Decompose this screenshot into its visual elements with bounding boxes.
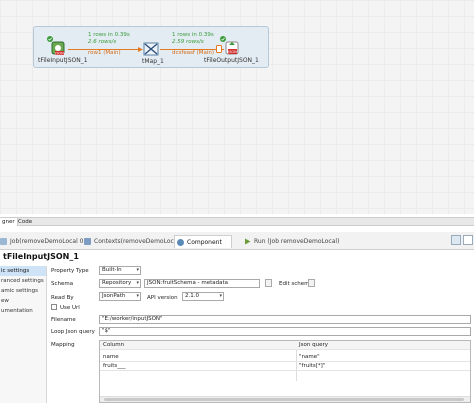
flow-marker-icon [216, 45, 222, 53]
layout-toggle-icon-2[interactable] [463, 235, 473, 245]
schema-browse-button[interactable] [265, 279, 272, 287]
property-type-label: Property Type [51, 268, 89, 274]
table-row[interactable]: fruits___ "fruits[*]" [100, 362, 470, 371]
contexts-icon [84, 238, 91, 245]
chevron-down-icon: ▾ [136, 267, 139, 273]
table-header-row: Column Json query [100, 341, 470, 350]
property-type-select[interactable]: Built-In ▾ [99, 266, 141, 275]
designer-code-tabs: gner Code [0, 217, 474, 226]
view-tab-bar: Job(removeDemoLocal 0.1) Contexts(remove… [0, 232, 474, 250]
table-row[interactable]: name "name" [100, 353, 470, 362]
flow-name: row1 (Main) [88, 50, 121, 56]
tab-job-label: Job(removeDemoLocal 0.1) [10, 238, 92, 245]
tab-run-label: Run (Job removeDemoLocal) [254, 238, 340, 245]
mapping-label: Mapping [51, 342, 75, 348]
schema-type-select[interactable]: Repository ▾ [99, 279, 141, 288]
layout-toggle-icon[interactable] [451, 235, 461, 245]
svg-text:JSON: JSON [227, 50, 237, 54]
tab-component-label: Component [187, 239, 222, 246]
schema-type-value: Repository [102, 280, 132, 286]
edit-schema-button[interactable] [308, 279, 315, 287]
settings-sidebar: ic settings ranced settings amic setting… [0, 266, 47, 403]
success-check-icon [47, 36, 53, 42]
job-icon [0, 238, 7, 245]
flow-stat-rows: 1 rows in 0.39s [172, 32, 214, 38]
sidebar-item-basic-settings[interactable]: ic settings [0, 266, 46, 276]
tab-code[interactable]: Code [16, 218, 34, 226]
tab-run[interactable]: Run (Job removeDemoLocal) [242, 235, 339, 248]
column-header[interactable]: Column [103, 341, 124, 350]
sidebar-item-dynamic-settings[interactable]: amic settings [0, 286, 46, 296]
loop-json-query-label: Loop Json query [51, 329, 95, 335]
column-header[interactable]: Json query [299, 341, 328, 350]
mapping-table[interactable]: Column Json query name "name" fruits___ … [99, 340, 471, 403]
flow-stat-rows: 1 rows in 0.39s [88, 32, 130, 38]
tab-designer[interactable]: gner [0, 218, 18, 226]
flow-stat-rate: 2.59 rows/s [172, 39, 204, 45]
filename-label: Filename [51, 317, 76, 323]
node-tfileinputjson[interactable]: JSON [47, 36, 67, 56]
schema-label: Schema [51, 281, 74, 287]
sidebar-item-documentation[interactable]: umentation [0, 306, 46, 316]
tab-component[interactable]: Component [174, 235, 232, 248]
use-url-label: Use Url [60, 305, 80, 311]
success-check-icon [220, 36, 226, 42]
api-version-select[interactable]: 2.1.0 ▾ [182, 292, 224, 301]
json-input-icon: JSON [51, 41, 65, 55]
node-tmap[interactable] [143, 41, 159, 57]
scrollbar-thumb[interactable] [104, 398, 464, 401]
node-label-tfileinputjson: tFileInputJSON_1 [38, 57, 88, 64]
node-label-tmap: tMap_1 [142, 58, 164, 65]
read-by-select[interactable]: JsonPath ▾ [99, 292, 141, 301]
table-cell[interactable]: "fruits[*]" [299, 362, 325, 371]
flow-stat-rate: 2.6 rows/s [88, 39, 117, 45]
chevron-down-icon: ▾ [136, 280, 139, 286]
tab-job[interactable]: Job(removeDemoLocal 0.1) [0, 235, 92, 248]
use-url-checkbox[interactable] [51, 304, 57, 310]
sidebar-item-advanced-settings[interactable]: ranced settings [0, 276, 46, 286]
chevron-down-icon: ▾ [219, 293, 222, 299]
sidebar-item-view[interactable]: ew [0, 296, 46, 306]
filename-field[interactable]: "E:/worker/inputJSON" [99, 315, 471, 324]
table-cell[interactable]: fruits___ [103, 362, 125, 371]
node-label-tfileoutputjson: tFileOutputJSON_1 [204, 57, 259, 64]
table-cell[interactable]: "name" [299, 353, 320, 362]
chevron-down-icon: ▾ [136, 293, 139, 299]
tab-contexts[interactable]: Contexts(removeDemoLocal) [82, 235, 181, 248]
api-version-label: API version [147, 295, 178, 301]
table-cell[interactable]: name [103, 353, 119, 362]
design-canvas[interactable]: JSON tFileInputJSON_1 1 rows in 0.39s 2.… [0, 0, 474, 214]
loop-json-query-field[interactable]: "$" [99, 327, 471, 336]
tab-contexts-label: Contexts(removeDemoLocal) [94, 238, 182, 245]
component-icon [177, 239, 184, 246]
svg-text:JSON: JSON [54, 51, 64, 55]
schema-repository-field[interactable]: JSON:fruitSchema - metadata [144, 279, 260, 288]
api-version-value: 2.1.0 [185, 293, 199, 299]
component-title: tFileInputJSON_1 [3, 252, 79, 261]
json-output-icon: JSON [225, 41, 239, 55]
tmap-icon [143, 42, 159, 56]
flow-name: dcsfeasf (Main) [172, 50, 215, 56]
read-by-value: JsonPath [102, 293, 126, 299]
run-icon [245, 238, 251, 245]
horizontal-scrollbar[interactable] [100, 396, 470, 402]
property-type-value: Built-In [102, 267, 122, 273]
node-tfileoutputjson[interactable]: JSON [220, 36, 240, 56]
read-by-label: Read By [51, 295, 74, 301]
